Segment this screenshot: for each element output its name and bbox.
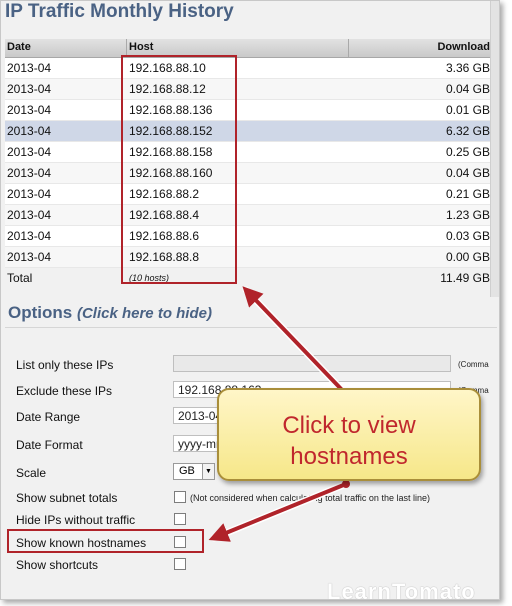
scale-label: Scale: [16, 466, 47, 480]
date-range-label: Date Range: [16, 410, 81, 424]
options-heading: Options (Click here to hide): [8, 303, 212, 323]
hide-ips-checkbox[interactable]: [174, 513, 186, 525]
table-row[interactable]: 2013-04 192.168.88.8 0.00 GB: [5, 247, 497, 268]
watermark: LearnTomato: [327, 579, 476, 600]
column-divider: [348, 39, 349, 57]
cell-date: 2013-04: [7, 187, 52, 201]
cell-date: 2013-04: [7, 145, 52, 159]
hide-ips-label: Hide IPs without traffic: [16, 513, 136, 527]
column-header-download[interactable]: Download: [437, 41, 490, 53]
cell-download: 0.00 GB: [445, 250, 490, 264]
annotation-host-column-box: [121, 55, 237, 284]
annotation-callout: Click to view hostnames: [217, 388, 481, 481]
cell-date: 2013-04: [7, 61, 52, 75]
list-only-ips-input[interactable]: [173, 355, 451, 372]
table-row[interactable]: 2013-04 192.168.88.12 0.04 GB: [5, 79, 497, 100]
cell-download: 0.21 GB: [445, 187, 490, 201]
table-total-row: Total (10 hosts) 11.49 GB: [5, 268, 497, 288]
scale-select[interactable]: GB: [173, 463, 203, 480]
cell-download: 0.04 GB: [445, 82, 490, 96]
cell-download: 0.04 GB: [445, 166, 490, 180]
exclude-ips-label: Exclude these IPs: [16, 384, 113, 398]
total-label: Total: [7, 271, 33, 285]
cell-download: 1.23 GB: [445, 208, 490, 222]
table-row[interactable]: 2013-04 192.168.88.10 3.36 GB: [5, 58, 497, 79]
list-only-label: List only these IPs: [16, 358, 114, 372]
subnet-totals-label: Show subnet totals: [16, 491, 118, 505]
callout-line-2: hostnames: [290, 443, 408, 470]
list-only-note: (Comma: [458, 360, 489, 369]
table-row-selected[interactable]: 2013-04 192.168.88.152 6.32 GB: [5, 121, 497, 142]
cell-date: 2013-04: [7, 229, 52, 243]
shortcuts-checkbox[interactable]: [174, 558, 186, 570]
chevron-down-icon[interactable]: ▼: [202, 463, 215, 480]
cell-download: 0.25 GB: [445, 145, 490, 159]
vertical-scrollbar[interactable]: [490, 1, 499, 297]
cell-date: 2013-04: [7, 208, 52, 222]
cell-date: 2013-04: [7, 250, 52, 264]
subnet-totals-note: (Not considered when calculating total t…: [190, 493, 430, 503]
cell-download: 3.36 GB: [445, 61, 490, 75]
cell-date: 2013-04: [7, 103, 52, 117]
divider: [5, 327, 497, 328]
traffic-table: 2013-04 192.168.88.10 3.36 GB 2013-04 192.1…: [5, 58, 497, 288]
options-title: Options: [8, 303, 73, 322]
options-toggle-link[interactable]: (Click here to hide): [77, 305, 212, 322]
cell-download: 0.01 GB: [445, 103, 490, 117]
annotation-hostnames-box: [7, 529, 204, 553]
cell-download: 6.32 GB: [445, 124, 490, 138]
callout-line-1: Click to view: [282, 412, 416, 439]
table-row[interactable]: 2013-04 192.168.88.158 0.25 GB: [5, 142, 497, 163]
cell-date: 2013-04: [7, 124, 52, 138]
table-row[interactable]: 2013-04 192.168.88.2 0.21 GB: [5, 184, 497, 205]
total-download: 11.49 GB: [440, 271, 490, 285]
date-format-label: Date Format: [16, 438, 83, 452]
table-row[interactable]: 2013-04 192.168.88.6 0.03 GB: [5, 226, 497, 247]
column-header-date[interactable]: Date: [7, 41, 31, 53]
table-header: Date Host Download: [5, 39, 497, 58]
table-row[interactable]: 2013-04 192.168.88.4 1.23 GB: [5, 205, 497, 226]
table-row[interactable]: 2013-04 192.168.88.136 0.01 GB: [5, 100, 497, 121]
cell-date: 2013-04: [7, 82, 52, 96]
table-row[interactable]: 2013-04 192.168.88.160 0.04 GB: [5, 163, 497, 184]
shortcuts-label: Show shortcuts: [16, 558, 99, 572]
subnet-totals-checkbox[interactable]: [174, 491, 186, 503]
cell-download: 0.03 GB: [445, 229, 490, 243]
page-title: IP Traffic Monthly History: [5, 1, 234, 22]
app-window: IP Traffic Monthly History Date Host Dow…: [0, 0, 500, 600]
cell-date: 2013-04: [7, 166, 52, 180]
column-header-host[interactable]: Host: [129, 41, 153, 53]
